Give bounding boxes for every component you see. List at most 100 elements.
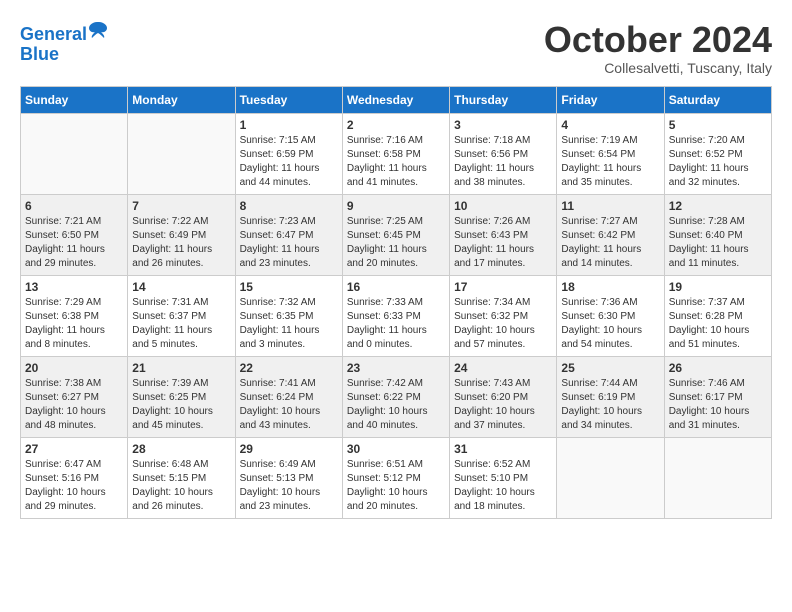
- day-info: Sunrise: 7:27 AMSunset: 6:42 PMDaylight:…: [561, 215, 659, 271]
- calendar-cell: 29 Sunrise: 6:49 AMSunset: 5:13 PMDayligh…: [235, 437, 342, 518]
- day-info: Sunrise: 7:16 AMSunset: 6:58 PMDaylight:…: [347, 134, 445, 190]
- day-number: 19: [669, 280, 767, 294]
- subtitle: Collesalvetti, Tuscany, Italy: [544, 60, 772, 76]
- day-info: Sunrise: 7:37 AMSunset: 6:28 PMDaylight:…: [669, 296, 767, 352]
- day-info: Sunrise: 7:32 AMSunset: 6:35 PMDaylight:…: [240, 296, 338, 352]
- day-info: Sunrise: 6:49 AMSunset: 5:13 PMDaylight:…: [240, 458, 338, 514]
- day-number: 21: [132, 361, 230, 375]
- day-info: Sunrise: 6:47 AMSunset: 5:16 PMDaylight:…: [25, 458, 123, 514]
- day-number: 23: [347, 361, 445, 375]
- calendar-cell: 10 Sunrise: 7:26 AMSunset: 6:43 PMDayligh…: [450, 194, 557, 275]
- day-info: Sunrise: 7:21 AMSunset: 6:50 PMDaylight:…: [25, 215, 123, 271]
- calendar-table: SundayMondayTuesdayWednesdayThursdayFrid…: [20, 86, 772, 519]
- day-info: Sunrise: 7:34 AMSunset: 6:32 PMDaylight:…: [454, 296, 552, 352]
- day-number: 2: [347, 118, 445, 132]
- calendar-cell: 5 Sunrise: 7:20 AMSunset: 6:52 PMDaylight…: [664, 113, 771, 194]
- header-cell-saturday: Saturday: [664, 86, 771, 113]
- title-area: October 2024 Collesalvetti, Tuscany, Ita…: [544, 20, 772, 76]
- day-number: 1: [240, 118, 338, 132]
- day-number: 27: [25, 442, 123, 456]
- day-number: 7: [132, 199, 230, 213]
- header-row: SundayMondayTuesdayWednesdayThursdayFrid…: [21, 86, 772, 113]
- logo-line1: General: [20, 24, 87, 44]
- day-number: 6: [25, 199, 123, 213]
- day-number: 9: [347, 199, 445, 213]
- day-info: Sunrise: 7:19 AMSunset: 6:54 PMDaylight:…: [561, 134, 659, 190]
- calendar-cell: 12Sunrise: 7:28 AMSunset: 6:40 PMDayligh…: [664, 194, 771, 275]
- day-number: 26: [669, 361, 767, 375]
- day-number: 14: [132, 280, 230, 294]
- calendar-cell: 7 Sunrise: 7:22 AMSunset: 6:49 PMDaylight…: [128, 194, 235, 275]
- calendar-cell: 16Sunrise: 7:33 AMSunset: 6:33 PMDayligh…: [342, 275, 449, 356]
- calendar-cell: 27 Sunrise: 6:47 AMSunset: 5:16 PMDayligh…: [21, 437, 128, 518]
- month-title: October 2024: [544, 20, 772, 60]
- calendar-cell: [21, 113, 128, 194]
- day-number: 18: [561, 280, 659, 294]
- calendar-cell: 15 Sunrise: 7:32 AMSunset: 6:35 PMDayligh…: [235, 275, 342, 356]
- day-info: Sunrise: 7:39 AMSunset: 6:25 PMDaylight:…: [132, 377, 230, 433]
- calendar-cell: 31Sunrise: 6:52 AMSunset: 5:10 PMDayligh…: [450, 437, 557, 518]
- calendar-cell: 23Sunrise: 7:42 AMSunset: 6:22 PMDayligh…: [342, 356, 449, 437]
- calendar-cell: 28 Sunrise: 6:48 AMSunset: 5:15 PMDayligh…: [128, 437, 235, 518]
- day-number: 22: [240, 361, 338, 375]
- day-info: Sunrise: 7:43 AMSunset: 6:20 PMDaylight:…: [454, 377, 552, 433]
- day-number: 28: [132, 442, 230, 456]
- day-number: 15: [240, 280, 338, 294]
- day-info: Sunrise: 7:15 AMSunset: 6:59 PMDaylight:…: [240, 134, 338, 190]
- calendar-cell: 22Sunrise: 7:41 AMSunset: 6:24 PMDayligh…: [235, 356, 342, 437]
- calendar-cell: 30Sunrise: 6:51 AMSunset: 5:12 PMDayligh…: [342, 437, 449, 518]
- day-info: Sunrise: 7:26 AMSunset: 6:43 PMDaylight:…: [454, 215, 552, 271]
- calendar-cell: 20Sunrise: 7:38 AMSunset: 6:27 PMDayligh…: [21, 356, 128, 437]
- header-cell-thursday: Thursday: [450, 86, 557, 113]
- header-cell-wednesday: Wednesday: [342, 86, 449, 113]
- day-number: 13: [25, 280, 123, 294]
- calendar-week-4: 20Sunrise: 7:38 AMSunset: 6:27 PMDayligh…: [21, 356, 772, 437]
- calendar-cell: 4 Sunrise: 7:19 AMSunset: 6:54 PMDaylight…: [557, 113, 664, 194]
- day-info: Sunrise: 7:23 AMSunset: 6:47 PMDaylight:…: [240, 215, 338, 271]
- day-number: 3: [454, 118, 552, 132]
- calendar-cell: 26 Sunrise: 7:46 AMSunset: 6:17 PMDayligh…: [664, 356, 771, 437]
- calendar-cell: 1 Sunrise: 7:15 AMSunset: 6:59 PMDaylight…: [235, 113, 342, 194]
- day-number: 17: [454, 280, 552, 294]
- calendar-cell: [557, 437, 664, 518]
- calendar-cell: [664, 437, 771, 518]
- calendar-week-1: 1 Sunrise: 7:15 AMSunset: 6:59 PMDaylight…: [21, 113, 772, 194]
- day-number: 20: [25, 361, 123, 375]
- calendar-week-5: 27 Sunrise: 6:47 AMSunset: 5:16 PMDayligh…: [21, 437, 772, 518]
- day-info: Sunrise: 7:22 AMSunset: 6:49 PMDaylight:…: [132, 215, 230, 271]
- day-info: Sunrise: 7:44 AMSunset: 6:19 PMDaylight:…: [561, 377, 659, 433]
- day-number: 29: [240, 442, 338, 456]
- calendar-cell: 9 Sunrise: 7:25 AMSunset: 6:45 PMDaylight…: [342, 194, 449, 275]
- day-number: 5: [669, 118, 767, 132]
- day-info: Sunrise: 7:20 AMSunset: 6:52 PMDaylight:…: [669, 134, 767, 190]
- header-cell-friday: Friday: [557, 86, 664, 113]
- day-info: Sunrise: 7:46 AMSunset: 6:17 PMDaylight:…: [669, 377, 767, 433]
- calendar-week-2: 6 Sunrise: 7:21 AMSunset: 6:50 PMDaylight…: [21, 194, 772, 275]
- calendar-week-3: 13 Sunrise: 7:29 AMSunset: 6:38 PMDayligh…: [21, 275, 772, 356]
- day-info: Sunrise: 7:25 AMSunset: 6:45 PMDaylight:…: [347, 215, 445, 271]
- calendar-cell: 14 Sunrise: 7:31 AMSunset: 6:37 PMDayligh…: [128, 275, 235, 356]
- calendar-cell: 25 Sunrise: 7:44 AMSunset: 6:19 PMDayligh…: [557, 356, 664, 437]
- calendar-cell: 19 Sunrise: 7:37 AMSunset: 6:28 PMDayligh…: [664, 275, 771, 356]
- header-cell-tuesday: Tuesday: [235, 86, 342, 113]
- day-number: 25: [561, 361, 659, 375]
- calendar-cell: 17 Sunrise: 7:34 AMSunset: 6:32 PMDayligh…: [450, 275, 557, 356]
- calendar-cell: 18Sunrise: 7:36 AMSunset: 6:30 PMDayligh…: [557, 275, 664, 356]
- calendar-cell: 11Sunrise: 7:27 AMSunset: 6:42 PMDayligh…: [557, 194, 664, 275]
- calendar-cell: 8 Sunrise: 7:23 AMSunset: 6:47 PMDaylight…: [235, 194, 342, 275]
- day-number: 30: [347, 442, 445, 456]
- day-number: 24: [454, 361, 552, 375]
- day-number: 16: [347, 280, 445, 294]
- calendar-cell: 13 Sunrise: 7:29 AMSunset: 6:38 PMDayligh…: [21, 275, 128, 356]
- day-number: 8: [240, 199, 338, 213]
- day-number: 4: [561, 118, 659, 132]
- day-info: Sunrise: 7:29 AMSunset: 6:38 PMDaylight:…: [25, 296, 123, 352]
- day-number: 10: [454, 199, 552, 213]
- day-info: Sunrise: 7:18 AMSunset: 6:56 PMDaylight:…: [454, 134, 552, 190]
- calendar-cell: 21 Sunrise: 7:39 AMSunset: 6:25 PMDayligh…: [128, 356, 235, 437]
- day-info: Sunrise: 7:31 AMSunset: 6:37 PMDaylight:…: [132, 296, 230, 352]
- header-cell-monday: Monday: [128, 86, 235, 113]
- day-number: 31: [454, 442, 552, 456]
- header: General Blue October 2024 Collesalvetti,…: [20, 20, 772, 76]
- day-info: Sunrise: 6:48 AMSunset: 5:15 PMDaylight:…: [132, 458, 230, 514]
